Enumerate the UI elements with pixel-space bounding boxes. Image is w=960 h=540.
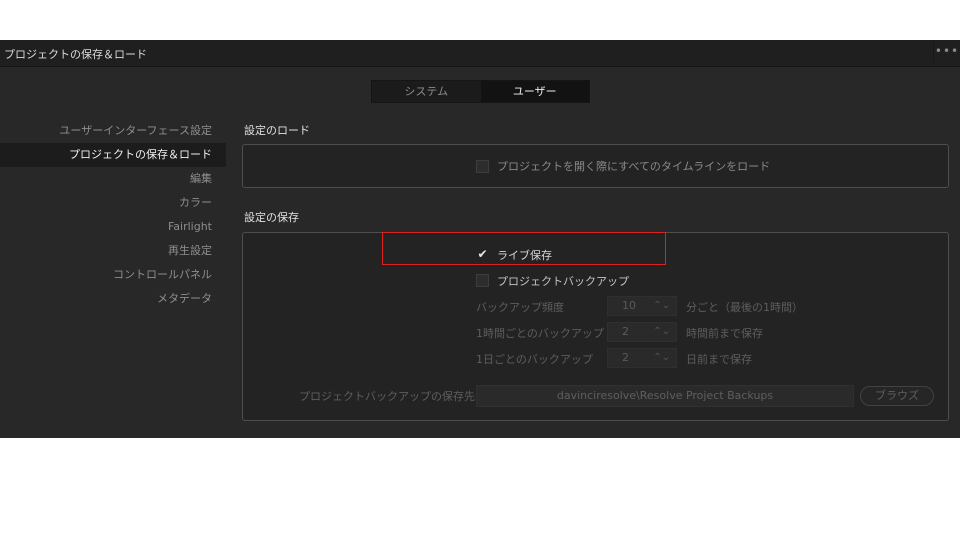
daily-backup-stepper[interactable]: 2 ⌃⌄ (607, 348, 677, 368)
sidebar-item-metadata[interactable]: メタデータ (0, 287, 226, 311)
sidebar-item-edit[interactable]: 編集 (0, 167, 226, 191)
sidebar-item-playback[interactable]: 再生設定 (0, 239, 226, 263)
hourly-backup-stepper[interactable]: 2 ⌃⌄ (607, 322, 677, 342)
spinner-icon[interactable]: ⌃⌄ (653, 297, 670, 315)
backup-location-label: プロジェクトバックアップの保存先 (299, 390, 475, 403)
sidebar-item-color[interactable]: カラー (0, 191, 226, 215)
save-settings-heading: 設定の保存 (244, 211, 299, 224)
backup-frequency-stepper[interactable]: 10 ⌃⌄ (607, 296, 677, 316)
daily-backup-value: 2 (622, 351, 629, 364)
more-dots-icon[interactable]: ••• (933, 42, 960, 62)
spinner-icon[interactable]: ⌃⌄ (653, 323, 670, 341)
daily-backup-label: 1日ごとのバックアップ (476, 353, 593, 366)
backup-location-field[interactable]: davinciresolve\Resolve Project Backups (476, 385, 854, 407)
tab-system[interactable]: システム (372, 81, 481, 102)
browse-button[interactable]: ブラウズ (860, 386, 934, 406)
title-bar: プロジェクトの保存＆ロード ••• (0, 40, 960, 67)
backup-frequency-unit: 分ごと（最後の1時間） (686, 301, 803, 314)
project-backup-label: プロジェクトバックアップ (497, 275, 629, 288)
load-all-timelines-label: プロジェクトを開く際にすべてのタイムラインをロード (497, 160, 771, 173)
sidebar: ユーザーインターフェース設定 プロジェクトの保存＆ロード 編集 カラー Fair… (0, 119, 226, 311)
window-title: プロジェクトの保存＆ロード (4, 48, 147, 61)
tab-user[interactable]: ユーザー (480, 81, 589, 102)
load-settings-heading: 設定のロード (244, 124, 310, 137)
load-all-timelines-checkbox[interactable] (476, 160, 489, 173)
sidebar-item-project-save-load[interactable]: プロジェクトの保存＆ロード (0, 143, 226, 167)
hourly-backup-unit: 時間前まで保存 (686, 327, 763, 340)
load-settings-panel: プロジェクトを開く際にすべてのタイムラインをロード (242, 144, 949, 188)
sidebar-item-fairlight[interactable]: Fairlight (0, 215, 226, 239)
backup-frequency-label: バックアップ頻度 (476, 301, 564, 314)
highlight-box (382, 232, 666, 265)
hourly-backup-label: 1時間ごとのバックアップ (476, 327, 604, 340)
backup-frequency-value: 10 (622, 299, 636, 312)
tab-bar: システム ユーザー (371, 80, 590, 103)
hourly-backup-value: 2 (622, 325, 629, 338)
daily-backup-unit: 日前まで保存 (686, 353, 752, 366)
sidebar-item-ui-settings[interactable]: ユーザーインターフェース設定 (0, 119, 226, 143)
project-backup-checkbox[interactable] (476, 274, 489, 287)
spinner-icon[interactable]: ⌃⌄ (653, 349, 670, 367)
sidebar-item-control-panels[interactable]: コントロールパネル (0, 263, 226, 287)
